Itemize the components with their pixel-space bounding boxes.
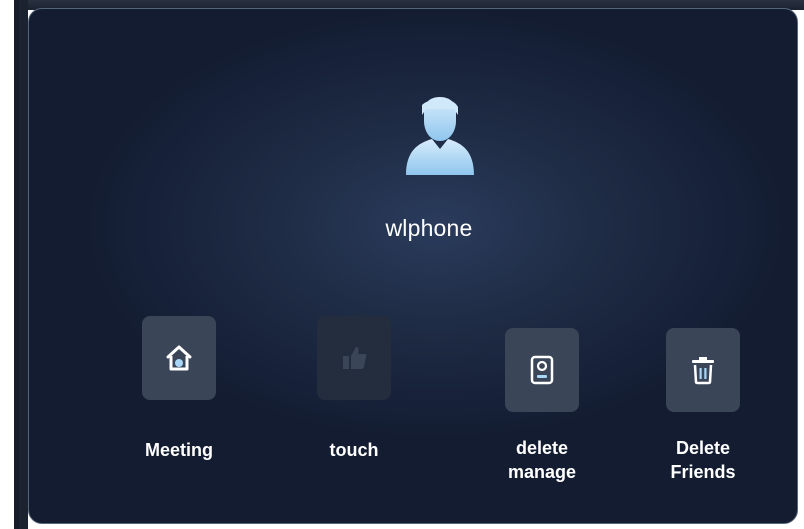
contact-popup: wlphone Meeting touch delete manage Dele… — [28, 8, 798, 524]
home-icon — [166, 345, 192, 371]
delete-manage-button[interactable] — [505, 328, 579, 412]
delete-friends-action[interactable]: Delete Friends — [643, 328, 763, 482]
user-silhouette-icon — [404, 97, 476, 175]
meeting-action[interactable]: Meeting — [119, 316, 239, 460]
touch-label: touch — [329, 440, 379, 460]
delete-friends-button[interactable] — [666, 328, 740, 412]
delete-friends-label: Delete Friends — [670, 438, 736, 482]
background-window-edge — [14, 0, 19, 529]
trash-icon — [692, 357, 714, 385]
delete-manage-action[interactable]: delete manage — [482, 328, 602, 482]
meeting-label: Meeting — [144, 440, 213, 460]
meeting-button[interactable] — [142, 316, 216, 400]
contact-name: wlphone — [385, 215, 473, 241]
touch-action[interactable]: touch — [294, 316, 414, 460]
thumbs-up-icon — [343, 347, 367, 369]
touch-button[interactable] — [317, 316, 391, 400]
door-phone-icon — [530, 355, 554, 385]
delete-manage-label: delete manage — [507, 438, 577, 482]
